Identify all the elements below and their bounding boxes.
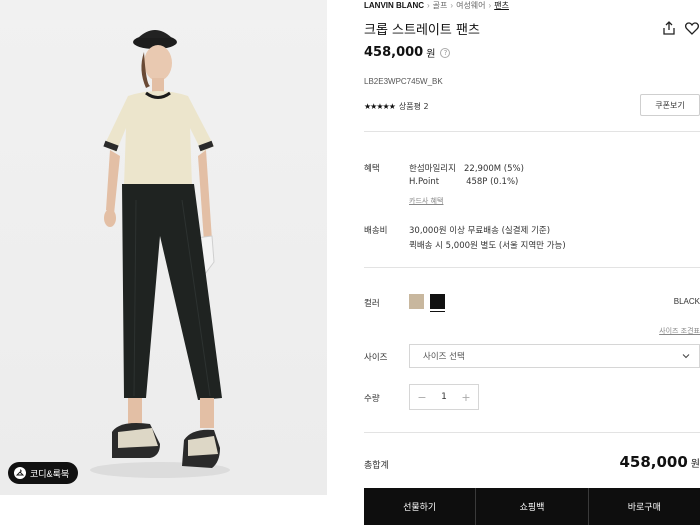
shopping-bag-button[interactable]: 쇼핑백 [476,488,589,525]
color-swatch-beige[interactable] [409,294,424,309]
product-sku: LB2E3WPC745W_BK [364,77,443,86]
breadcrumb: LANVIN BLANC › 골프 › 여성웨어 › 팬츠 [364,0,509,11]
size-select[interactable]: 사이즈 선택 [409,344,700,368]
coordi-lookbook-button[interactable]: 코디&룩북 [8,462,79,484]
product-image[interactable]: 코디&룩북 [0,0,327,495]
buy-now-button[interactable]: 바로구매 [589,488,700,525]
share-icon[interactable] [661,20,677,36]
coordi-lookbook-label: 코디&룩북 [30,468,70,479]
chevron-down-icon [682,354,690,359]
divider [364,267,700,268]
selected-color-name: BLACK [673,297,700,306]
total-price-value: 458,000 [619,453,688,471]
shipping-quick-text: 퀵배송 시 5,000원 별도 (서울 지역만 가능) [409,241,566,251]
model-illustration [90,30,230,478]
total-price: 458,000 원 [619,453,700,471]
divider [364,432,700,433]
action-bar: 선물하기 쇼핑백 바로구매 [364,488,700,525]
gift-button[interactable]: 선물하기 [364,488,477,525]
star-icons: ★★★★★ [364,102,396,111]
chevron-right-icon: › [427,1,430,10]
breadcrumb-item-golf[interactable]: 골프 [433,0,448,11]
size-label: 사이즈 [364,353,388,363]
size-select-placeholder: 사이즈 선택 [423,352,465,362]
breadcrumb-brand[interactable]: LANVIN BLANC [364,1,424,10]
quantity-value[interactable]: 1 [441,392,447,402]
price-value: 458,000 [364,45,424,60]
coupon-button[interactable]: 쿠폰보기 [640,94,700,116]
shipping-label: 배송비 [364,226,388,236]
total-label: 총합계 [364,461,389,471]
product-info-panel: LANVIN BLANC › 골프 › 여성웨어 › 팬츠 크롭 스트레이트 팬… [364,0,700,527]
question-icon[interactable]: ? [440,47,451,58]
quantity-minus-button[interactable]: − [416,391,428,404]
total-price-unit: 원 [690,459,700,470]
quantity-label: 수량 [364,394,380,404]
quantity-stepper[interactable]: − 1 + [409,384,479,410]
color-swatch-black[interactable] [430,294,445,309]
card-benefit-link[interactable]: 카드사 혜택 [409,196,443,206]
divider [364,131,700,132]
review-count-link[interactable]: 상품평 2 [399,101,429,112]
benefits-label: 혜택 [364,164,380,174]
shipping-free-text: 30,000원 이상 무료배송 (실결제 기준) [409,226,551,236]
product-title: 크롭 스트레이트 팬츠 [364,23,480,38]
product-price: 458,000 원 ? [364,45,451,60]
breadcrumb-item-pants[interactable]: 팬츠 [494,0,509,11]
color-label: 컬러 [364,299,380,309]
heart-icon[interactable] [684,20,700,36]
hanger-icon [14,467,26,479]
chevron-right-icon: › [450,1,454,10]
size-guide-link[interactable]: 사이즈 조견표 [659,326,700,336]
benefit-mileage: 한섬마일리지 22,900M (5%) [409,164,524,174]
benefit-hpoint: H.Point 458P (0.1%) [409,177,519,187]
breadcrumb-item-womenswear[interactable]: 여성웨어 [456,0,485,11]
quantity-plus-button[interactable]: + [460,391,472,404]
product-rating: ★★★★★ 상품평 2 [364,101,429,112]
price-unit: 원 [426,49,436,60]
chevron-right-icon: › [488,1,492,10]
